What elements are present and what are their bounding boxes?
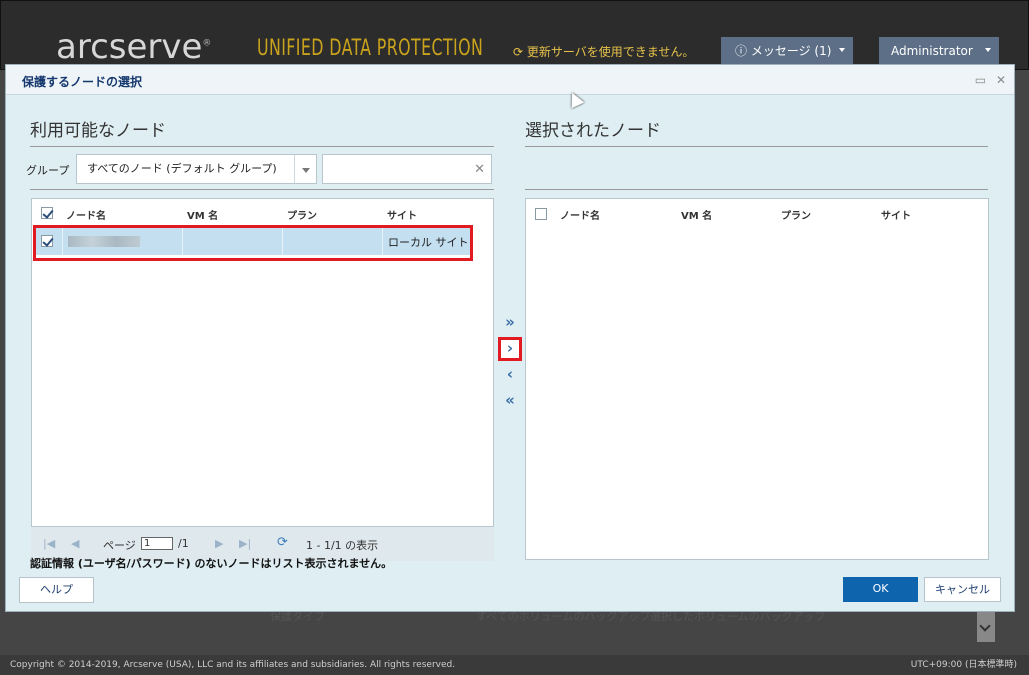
col-vm-name[interactable]: VM 名 bbox=[681, 207, 712, 222]
refresh-icon: ⟳ bbox=[513, 45, 527, 59]
product-name: UNIFIED DATA PROTECTION bbox=[257, 36, 484, 61]
divider bbox=[30, 189, 494, 190]
col-node-name[interactable]: ノード名 bbox=[560, 207, 600, 222]
col-plan[interactable]: プラン bbox=[781, 207, 811, 222]
divider bbox=[525, 146, 988, 147]
chevron-left-icon: ‹ bbox=[506, 365, 514, 383]
page-label: ページ bbox=[103, 539, 136, 552]
app-header: arcserve® UNIFIED DATA PROTECTION ⟳ 更新サー… bbox=[0, 0, 1029, 70]
admin-menu-button[interactable]: Administrator bbox=[879, 37, 999, 65]
select-all-checkbox[interactable] bbox=[41, 207, 53, 219]
scroll-down-button[interactable] bbox=[977, 612, 995, 642]
close-icon[interactable]: ✕ bbox=[996, 73, 1006, 87]
dialog-title: 保護するノードの選択 bbox=[22, 75, 143, 89]
copyright-text: Copyright © 2014-2019, Arcserve (USA), L… bbox=[10, 660, 456, 670]
prev-page-icon[interactable]: ◀ bbox=[71, 537, 79, 550]
chevron-down-icon bbox=[985, 48, 991, 52]
chevron-down-icon[interactable] bbox=[294, 155, 316, 183]
move-right-button[interactable]: › bbox=[498, 337, 522, 361]
maximize-icon[interactable]: ▭ bbox=[975, 73, 986, 87]
arcserve-logo: arcserve® bbox=[56, 27, 212, 67]
app-footer: Copyright © 2014-2019, Arcserve (USA), L… bbox=[0, 655, 1029, 675]
col-vm-name[interactable]: VM 名 bbox=[187, 207, 218, 222]
divider bbox=[525, 189, 988, 190]
col-plan[interactable]: プラン bbox=[287, 207, 317, 222]
clear-icon[interactable]: ✕ bbox=[474, 162, 485, 177]
last-page-icon[interactable]: ▶| bbox=[239, 537, 251, 550]
info-icon: ⓘ bbox=[735, 44, 751, 58]
divider bbox=[30, 146, 494, 147]
chevron-right-icon: › bbox=[506, 339, 514, 357]
dialog-title-bar: 保護するノードの選択 ▭ ✕ bbox=[6, 65, 1014, 95]
page-number-input[interactable]: 1 bbox=[141, 537, 173, 550]
refresh-icon[interactable]: ⟳ bbox=[277, 535, 288, 550]
col-site[interactable]: サイト bbox=[387, 207, 417, 222]
group-select[interactable]: すべてのノード (デフォルト グループ) bbox=[76, 154, 317, 184]
next-page-icon[interactable]: ▶ bbox=[215, 537, 223, 550]
selected-nodes-grid: ノード名 VM 名 プラン サイト bbox=[525, 198, 989, 560]
move-all-left-button[interactable]: « bbox=[499, 390, 521, 412]
move-all-right-button[interactable]: » bbox=[499, 312, 521, 334]
timezone-text: UTC+09:00 (日本標準時) bbox=[910, 660, 1017, 670]
help-button[interactable]: ヘルプ bbox=[19, 577, 94, 603]
col-node-name[interactable]: ノード名 bbox=[66, 207, 106, 222]
first-page-icon[interactable]: |◀ bbox=[43, 537, 55, 550]
group-label: グループ bbox=[26, 164, 70, 177]
cancel-button[interactable]: キャンセル bbox=[924, 577, 1001, 602]
select-all-checkbox[interactable] bbox=[535, 208, 547, 220]
pager-summary: 1 - 1/1 の表示 bbox=[306, 539, 379, 552]
page-total: /1 bbox=[178, 537, 189, 550]
messages-button[interactable]: ⓘ メッセージ (1) bbox=[721, 37, 853, 65]
available-nodes-title: 利用可能なノード bbox=[30, 121, 166, 141]
search-input[interactable]: ✕ bbox=[322, 154, 492, 184]
double-chevron-left-icon: « bbox=[505, 391, 515, 409]
selected-nodes-title: 選択されたノード bbox=[525, 121, 661, 141]
highlight-box bbox=[33, 225, 473, 261]
double-chevron-right-icon: » bbox=[505, 313, 515, 331]
col-site[interactable]: サイト bbox=[881, 207, 911, 222]
chevron-down-icon bbox=[839, 48, 845, 52]
grid-header: ノード名 VM 名 プラン サイト bbox=[526, 199, 988, 225]
grid-header: ノード名 VM 名 プラン サイト bbox=[32, 199, 493, 225]
credentials-note: 認証情報 (ユーザ名/パスワード) のないノードはリスト表示されません。 bbox=[30, 557, 393, 570]
ok-button[interactable]: OK bbox=[843, 577, 918, 602]
update-message[interactable]: ⟳ 更新サーバを使用できません。 bbox=[513, 43, 694, 60]
move-left-button[interactable]: ‹ bbox=[499, 364, 521, 386]
